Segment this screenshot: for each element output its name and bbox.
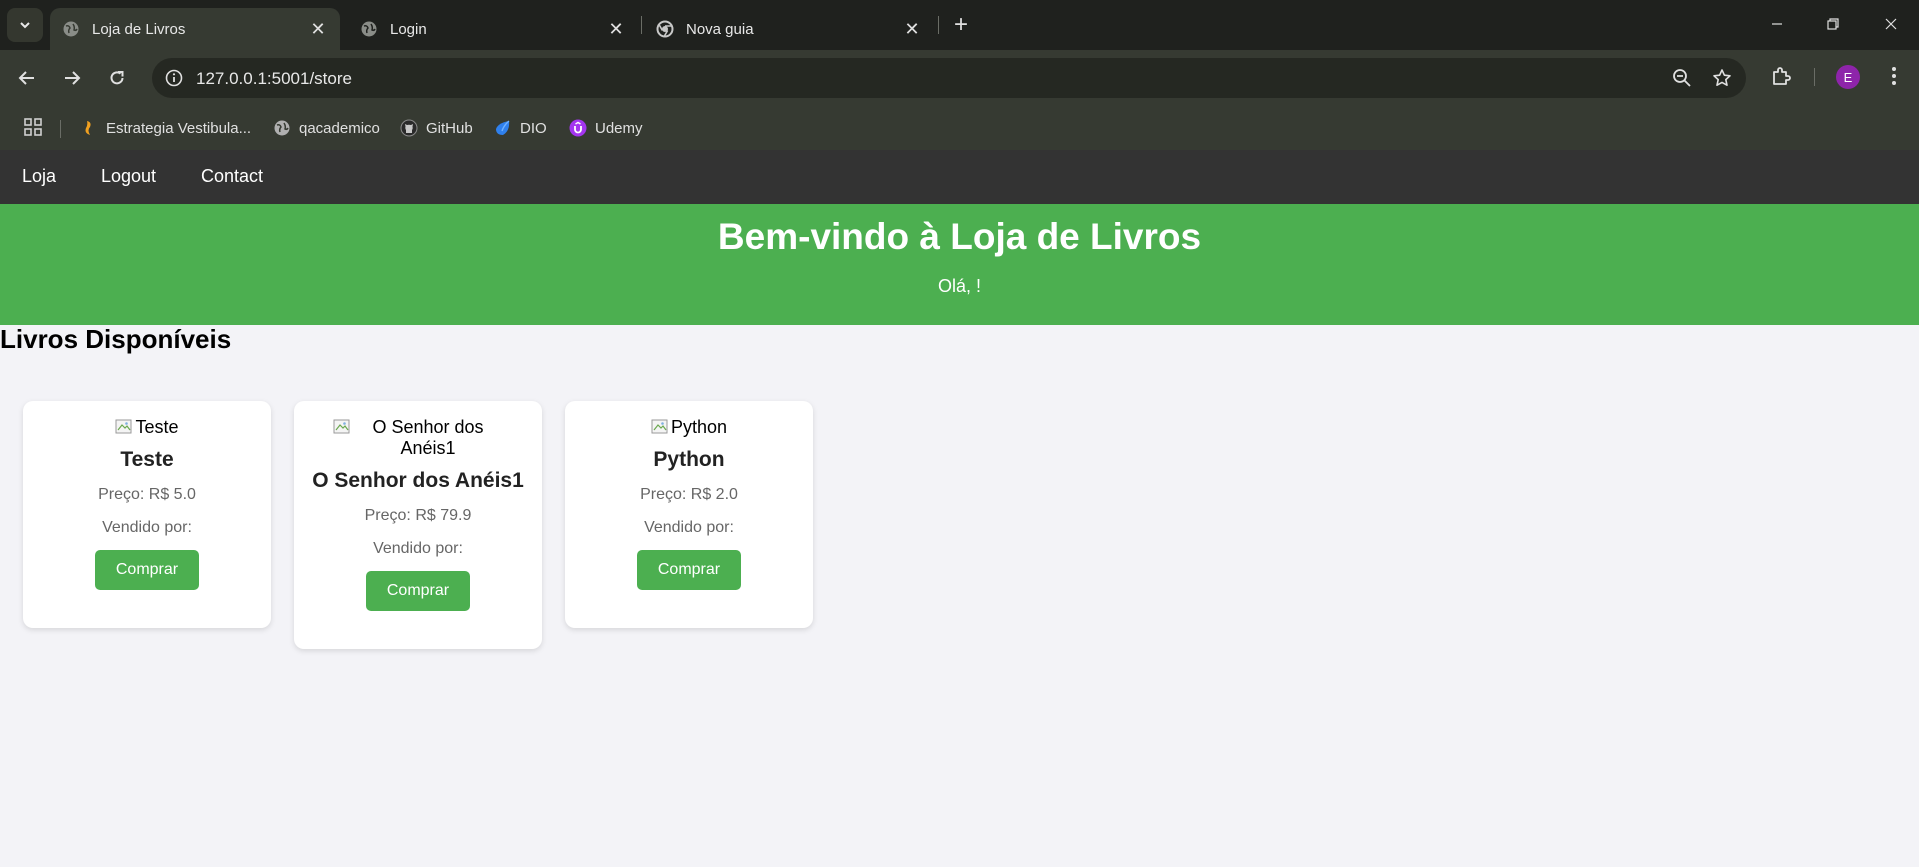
chevron-down-icon: [20, 22, 30, 29]
book-card: Python Python Preço: R$ 2.0 Vendido por:…: [565, 401, 813, 628]
broken-image-icon: [651, 418, 669, 436]
buy-button[interactable]: Comprar: [95, 550, 199, 590]
nav-link-contact[interactable]: Contact: [201, 166, 263, 187]
bookmark-github[interactable]: GitHub: [400, 116, 473, 140]
book-price: Preço: R$ 79.9: [364, 507, 472, 524]
tab-title: Login: [390, 20, 427, 38]
hero-banner: Bem-vindo à Loja de Livros Olá, !: [0, 204, 1919, 325]
reload-icon[interactable]: [101, 62, 133, 94]
buy-button[interactable]: Comprar: [637, 550, 741, 590]
book-seller: Vendido por:: [644, 519, 734, 536]
book-title: Teste: [120, 448, 174, 471]
browser-toolbar: 127.0.0.1:5001/store: [0, 50, 1919, 106]
tab-loja[interactable]: Loja de Livros ✕: [50, 8, 340, 50]
estrategia-icon: [80, 119, 98, 137]
book-cover-alt-text: O Senhor dos Anéis1: [372, 417, 484, 458]
tab-nova-guia[interactable]: Nova guia ✕: [644, 8, 934, 50]
broken-image-icon: [333, 418, 351, 436]
tab-title: Nova guia: [686, 20, 754, 38]
toolbar-separator: [1814, 68, 1815, 86]
section-title: Livros Disponíveis: [0, 324, 232, 354]
chrome-icon: [656, 20, 674, 38]
site-navbar: Loja Logout Contact: [0, 150, 1919, 204]
greeting-text: Olá, !: [937, 276, 981, 296]
extensions-puzzle-icon[interactable]: [1767, 62, 1795, 90]
globe-icon: [360, 20, 378, 38]
close-icon[interactable]: ✕: [306, 17, 330, 41]
book-seller: Vendido por:: [102, 519, 192, 536]
book-cover-alt-text: Teste: [135, 417, 179, 437]
book-price: Preço: R$ 5.0: [98, 486, 196, 503]
window-close-icon[interactable]: [1868, 8, 1914, 40]
back-arrow-icon[interactable]: [11, 62, 43, 94]
bookmark-label: DIO: [520, 119, 547, 137]
nav-link-loja[interactable]: Loja: [22, 166, 56, 187]
address-bar[interactable]: 127.0.0.1:5001/store: [152, 58, 1746, 98]
globe-icon: [273, 119, 291, 137]
dio-icon: [494, 119, 512, 137]
restore-icon[interactable]: [1810, 8, 1856, 40]
new-tab-plus-icon[interactable]: +: [948, 11, 974, 38]
tab-separator: [641, 16, 642, 34]
tab-title: Loja de Livros: [92, 20, 186, 38]
tab-strip: Loja de Livros ✕ Login ✕ Nova guia ✕ +: [0, 0, 1919, 50]
info-icon[interactable]: [162, 66, 186, 90]
book-cover-alt-text: Python: [670, 417, 728, 437]
tab-separator: [938, 16, 939, 34]
buy-button[interactable]: Comprar: [366, 571, 470, 611]
minimize-icon[interactable]: [1754, 8, 1800, 40]
tab-search-button[interactable]: [7, 8, 43, 42]
page-title: Bem-vindo à Loja de Livros: [717, 216, 1202, 257]
close-icon[interactable]: ✕: [604, 17, 628, 41]
tab-login[interactable]: Login ✕: [348, 8, 638, 50]
bookmark-label: Udemy: [595, 119, 643, 137]
url-text: 127.0.0.1:5001/store: [196, 69, 352, 88]
github-icon: [400, 119, 418, 137]
book-card: Teste Teste Preço: R$ 5.0 Vendido por: C…: [23, 401, 271, 628]
bookmark-dio[interactable]: DIO: [494, 116, 547, 140]
book-title: O Senhor dos Anéis1: [312, 469, 524, 492]
apps-grid-icon[interactable]: [22, 116, 44, 138]
nav-link-logout[interactable]: Logout: [101, 166, 156, 187]
forward-arrow-icon[interactable]: [56, 62, 88, 94]
bookmark-udemy[interactable]: Udemy: [569, 116, 643, 140]
book-cover-image: O Senhor dos Anéis1: [294, 417, 542, 459]
bookmarks-bar: Estrategia Vestibula... qacademico GitHu…: [0, 106, 1919, 150]
bookmark-star-icon[interactable]: [1710, 66, 1734, 90]
bookmark-label: Estrategia Vestibula...: [106, 119, 252, 137]
bookmark-qacademico[interactable]: qacademico: [273, 116, 380, 140]
bookmarks-separator: [60, 120, 61, 138]
book-cover-image: Python: [565, 417, 813, 438]
bookmark-label: GitHub: [426, 119, 473, 137]
more-menu-icon[interactable]: [1880, 62, 1908, 90]
book-cover-image: Teste: [23, 417, 271, 438]
broken-image-icon: [115, 418, 133, 436]
book-price: Preço: R$ 2.0: [640, 486, 738, 503]
globe-icon: [62, 20, 80, 38]
book-card: O Senhor dos Anéis1 O Senhor dos Anéis1 …: [294, 401, 542, 649]
udemy-icon: [569, 119, 587, 137]
book-seller: Vendido por:: [373, 540, 463, 557]
profile-avatar[interactable]: E: [1836, 65, 1860, 89]
book-title: Python: [653, 448, 725, 471]
zoom-out-icon[interactable]: [1670, 66, 1694, 90]
bookmark-estrategia[interactable]: Estrategia Vestibula...: [80, 116, 251, 140]
bookmark-label: qacademico: [299, 119, 380, 137]
close-icon[interactable]: ✕: [900, 17, 924, 41]
